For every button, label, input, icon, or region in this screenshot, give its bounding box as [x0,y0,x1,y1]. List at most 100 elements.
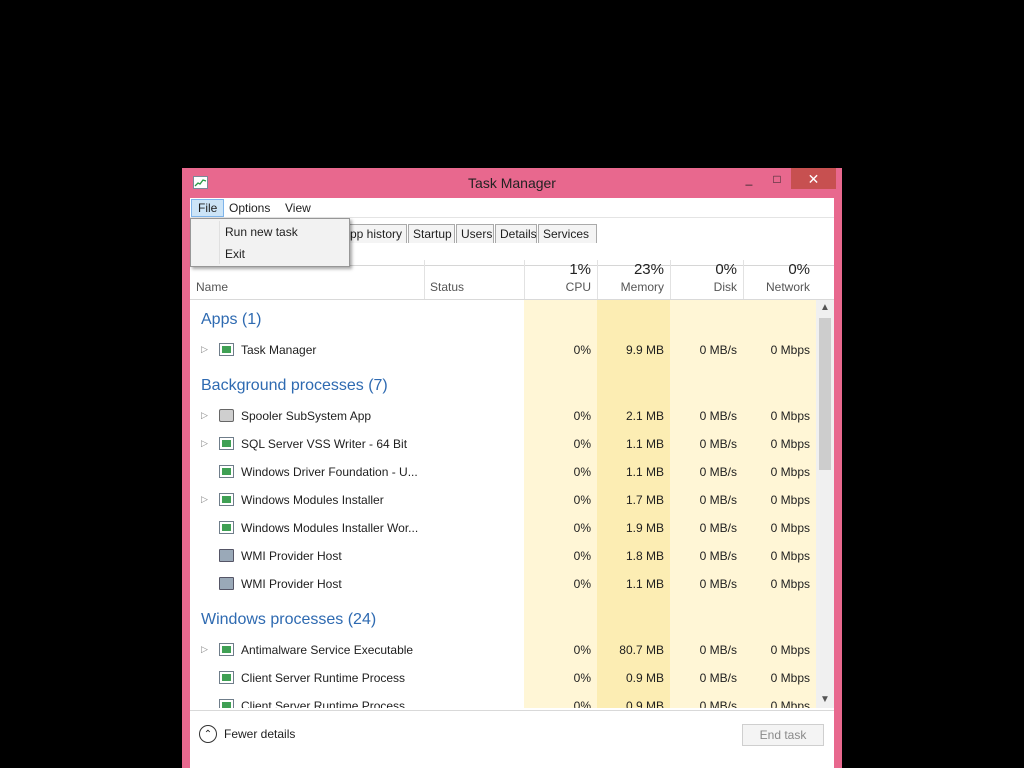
network-total-percent: 0% [788,261,810,278]
process-row[interactable]: WMI Provider Host 0% 1.8 MB 0 MB/s 0 Mbp… [190,542,816,570]
process-memory: 0.9 MB [625,671,664,685]
process-network: 0 Mbps [770,465,810,479]
process-cpu: 0% [573,521,591,535]
process-cpu: 0% [573,493,591,507]
process-name: Spooler SubSystem App [241,409,372,423]
process-row[interactable]: WMI Provider Host 0% 1.1 MB 0 MB/s 0 Mbp… [190,570,816,598]
process-name: WMI Provider Host [241,577,342,591]
process-name: WMI Provider Host [241,549,342,563]
client-area: File Options View Run new task Exit pp h… [190,198,834,768]
memory-total-percent: 23% [633,261,664,278]
process-disk: 0 MB/s [699,409,737,423]
process-memory: 80.7 MB [619,643,664,657]
tab-startup[interactable]: Startup [408,224,455,243]
process-disk: 0 MB/s [699,643,737,657]
process-memory: 1.1 MB [625,577,664,591]
service-window-icon [219,643,234,656]
process-memory: 0.9 MB [625,699,664,708]
scroll-down-arrow-icon[interactable]: ▼ [816,692,834,708]
process-disk: 0 MB/s [699,343,737,357]
wmi-provider-icon [219,549,234,562]
process-name: Antimalware Service Executable [241,643,414,657]
process-network: 0 Mbps [770,671,810,685]
process-cpu: 0% [573,409,591,423]
title-bar[interactable]: Task Manager _ □ ✕ [182,168,842,198]
process-name: Task Manager [241,343,317,357]
expand-arrow-icon[interactable]: ▷ [201,410,208,421]
process-row[interactable]: Windows Modules Installer Wor... 0% 1.9 … [190,514,816,542]
end-task-button[interactable]: End task [742,724,824,746]
expand-arrow-icon[interactable]: ▷ [201,344,208,355]
group-title: Apps (1) [201,311,262,328]
process-cpu: 0% [573,671,591,685]
column-disk[interactable]: 0% Disk [670,258,743,299]
process-row[interactable]: Client Server Runtime Process 0% 0.9 MB … [190,692,816,708]
service-window-icon [219,699,234,708]
service-window-icon [219,465,234,478]
printer-icon [219,409,234,422]
column-disk-label: Disk [713,280,737,294]
process-list: Apps (1) ▷ Task Manager 0% 9.9 MB 0 MB/s… [190,300,816,708]
service-window-icon [219,521,234,534]
tab-services[interactable]: Services [538,224,597,243]
process-memory: 1.1 MB [625,465,664,479]
column-memory-label: Memory [620,280,664,294]
process-row[interactable]: Windows Driver Foundation - U... 0% 1.1 … [190,458,816,486]
task-manager-process-icon [219,343,234,356]
process-memory: 1.8 MB [625,549,664,563]
maximize-button[interactable]: □ [763,168,791,189]
process-row[interactable]: ▷ Antimalware Service Executable 0% 80.7… [190,636,816,664]
tab-details[interactable]: Details [495,224,537,243]
file-menu-dropdown: Run new task Exit [190,218,350,267]
process-disk: 0 MB/s [699,521,737,535]
process-name: Client Server Runtime Process [241,671,406,685]
service-window-icon [219,671,234,684]
expand-arrow-icon[interactable]: ▷ [201,644,208,655]
close-button[interactable]: ✕ [791,168,836,189]
process-memory: 1.7 MB [625,493,664,507]
process-name: Windows Driver Foundation - U... [241,465,418,479]
process-disk: 0 MB/s [699,549,737,563]
tab-app-history[interactable]: pp history [345,224,407,243]
process-network: 0 Mbps [770,521,810,535]
process-network: 0 Mbps [770,437,810,451]
process-cpu: 0% [573,643,591,657]
menu-item-exit[interactable]: Exit [225,244,245,264]
group-header-windows: Windows processes (24) [190,600,816,636]
column-cpu-label: CPU [565,280,591,294]
fewer-details-link[interactable]: Fewer details [224,727,295,741]
process-network: 0 Mbps [770,549,810,563]
process-row[interactable]: ▷ SQL Server VSS Writer - 64 Bit 0% 1.1 … [190,430,816,458]
column-network-label: Network [765,280,810,294]
group-title: Windows processes (24) [201,611,377,628]
column-status[interactable]: Status [424,258,524,299]
process-name: Windows Modules Installer [241,493,384,507]
expand-arrow-icon[interactable]: ▷ [201,438,208,449]
tab-users[interactable]: Users [456,224,494,243]
group-header-background: Background processes (7) [190,366,816,402]
chevron-up-icon[interactable]: ⌃ [199,725,217,743]
menu-options[interactable]: Options [223,199,276,217]
menu-view[interactable]: View [279,199,317,217]
process-cpu: 0% [573,699,591,708]
process-row[interactable]: ▷ Task Manager 0% 9.9 MB 0 MB/s 0 Mbps [190,336,816,364]
minimize-button[interactable]: _ [735,168,763,189]
column-network[interactable]: 0% Network [743,258,816,299]
menu-gutter [219,221,220,264]
process-row[interactable]: ▷ Windows Modules Installer 0% 1.7 MB 0 … [190,486,816,514]
expand-arrow-icon[interactable]: ▷ [201,494,208,505]
vertical-scrollbar[interactable]: ▲ ▼ [816,300,834,708]
menu-file[interactable]: File [191,199,225,217]
process-network: 0 Mbps [770,343,810,357]
process-disk: 0 MB/s [699,699,737,708]
process-cpu: 0% [573,437,591,451]
process-row[interactable]: ▷ Spooler SubSystem App 0% 2.1 MB 0 MB/s… [190,402,816,430]
process-row[interactable]: Client Server Runtime Process 0% 0.9 MB … [190,664,816,692]
process-memory: 2.1 MB [625,409,664,423]
column-memory[interactable]: 23% Memory [597,258,670,299]
scroll-up-arrow-icon[interactable]: ▲ [816,300,834,316]
menu-item-run-new-task[interactable]: Run new task [225,222,298,242]
column-cpu[interactable]: 1% CPU [524,258,597,299]
scrollbar-thumb[interactable] [819,318,831,470]
process-network: 0 Mbps [770,493,810,507]
